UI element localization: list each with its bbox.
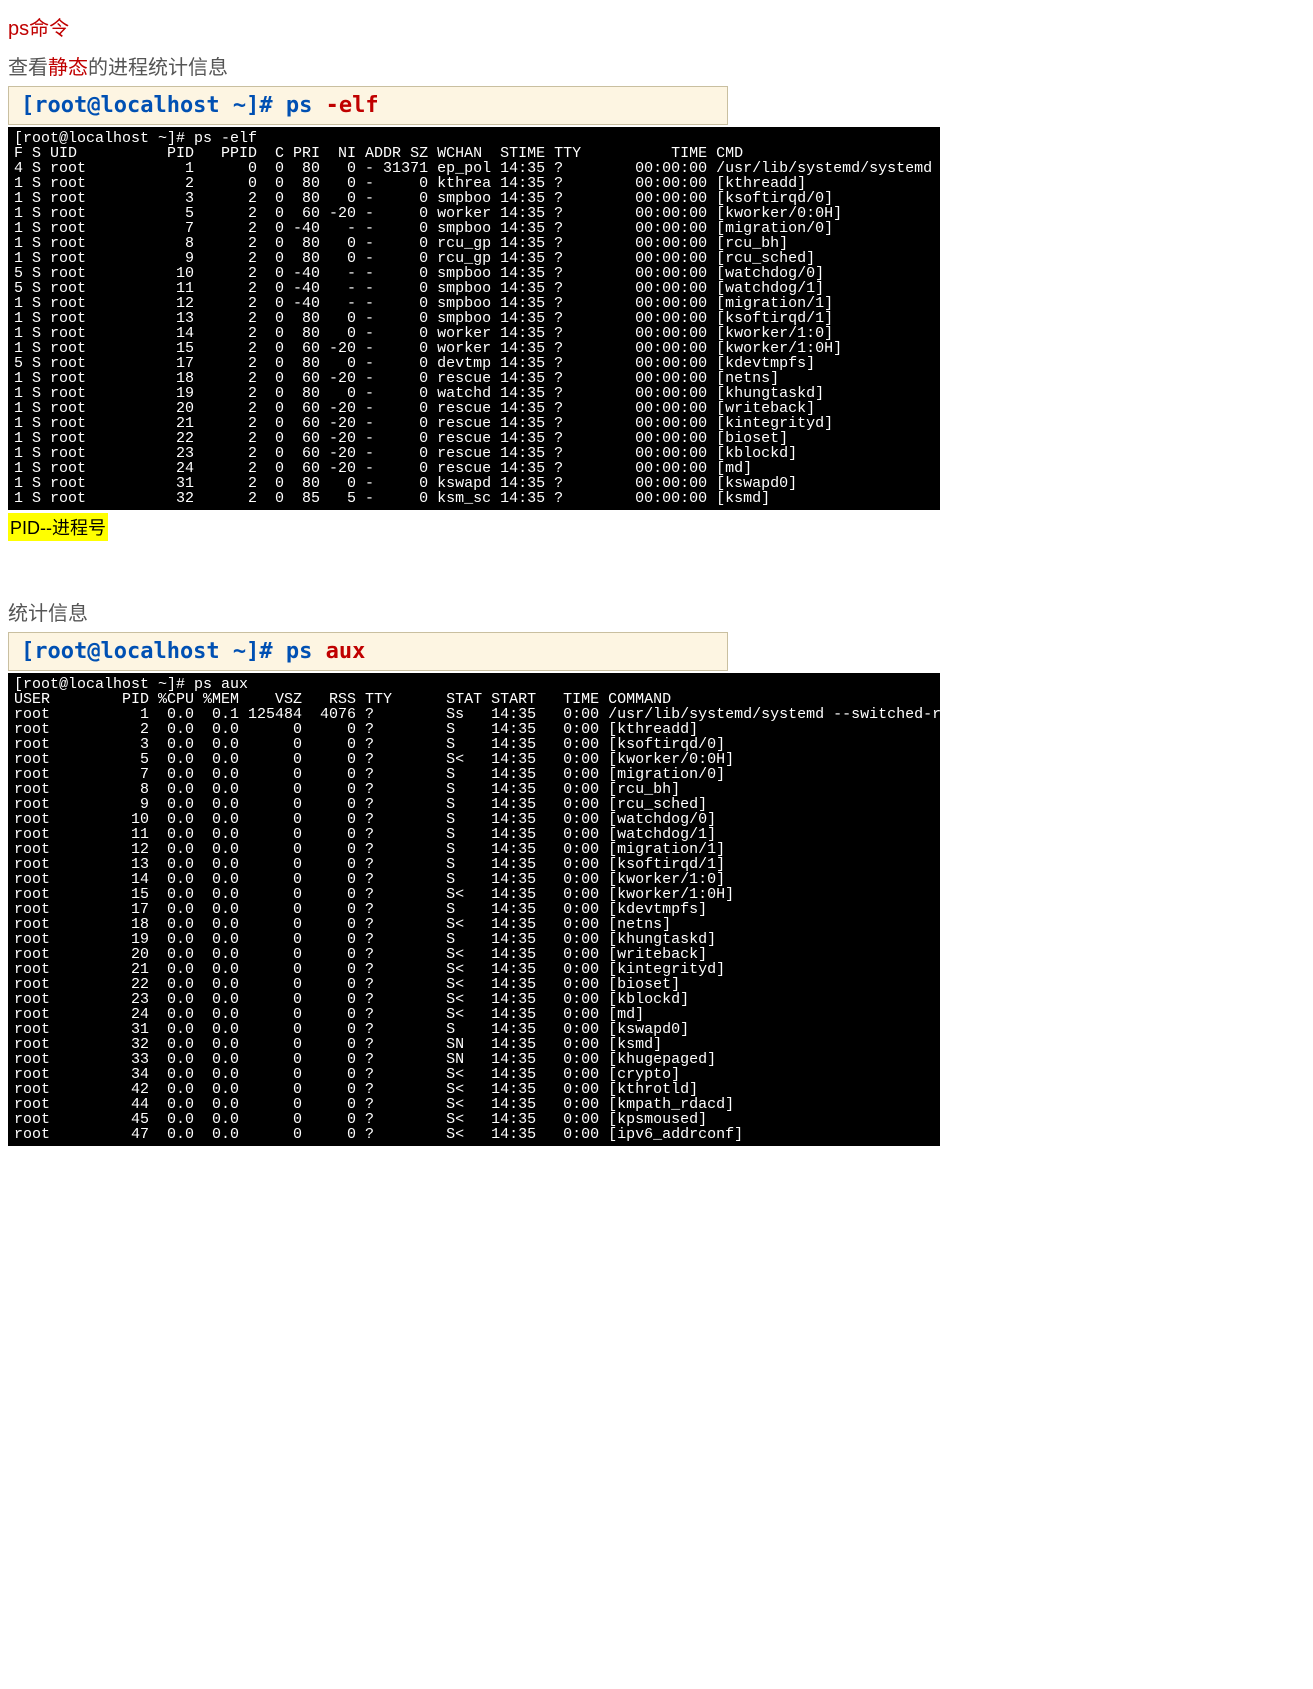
subtitle-stat-info: 统计信息 xyxy=(8,597,1305,626)
command-name: ps xyxy=(286,639,326,664)
subtitle-prefix: 查看 xyxy=(8,57,48,79)
section-title: ps命令 xyxy=(8,12,1305,41)
terminal-output-ps-elf: [root@localhost ~]# ps -elf F S UID PID … xyxy=(8,127,940,510)
subtitle-highlight: 静态 xyxy=(48,57,88,79)
shell-prompt: [root@localhost ~]# xyxy=(21,639,286,664)
command-name: ps xyxy=(286,93,326,118)
shell-prompt: [root@localhost ~]# xyxy=(21,93,286,118)
command-box-ps-aux: [root@localhost ~]# ps aux xyxy=(8,632,728,671)
command-arg: aux xyxy=(326,639,366,664)
subtitle-static-process: 查看静态的进程统计信息 xyxy=(8,51,1305,80)
pid-annotation: PID--进程号 xyxy=(8,513,108,541)
terminal-output-ps-aux: [root@localhost ~]# ps aux USER PID %CPU… xyxy=(8,673,940,1146)
command-arg: -elf xyxy=(326,93,379,118)
command-box-ps-elf: [root@localhost ~]# ps -elf xyxy=(8,86,728,125)
subtitle-suffix: 的进程统计信息 xyxy=(88,57,228,79)
